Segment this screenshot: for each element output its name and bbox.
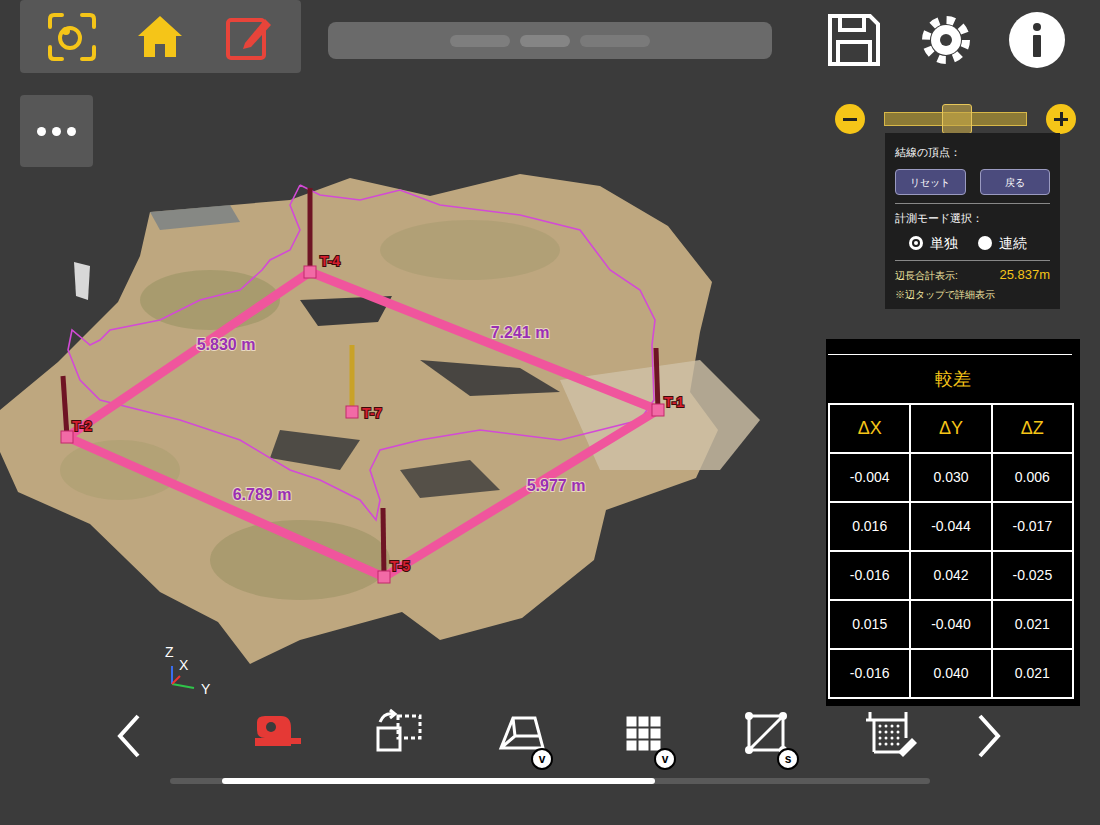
main-toolbar bbox=[20, 0, 301, 73]
vertex-label: 結線の頂点： bbox=[895, 145, 1050, 159]
edge-length-label[interactable]: 7.241 m bbox=[491, 324, 550, 341]
diff-table: ΔXΔYΔZ-0.0040.0300.0060.016-0.044-0.017-… bbox=[828, 403, 1074, 699]
table-row: 0.016-0.044-0.017 bbox=[829, 502, 1073, 551]
panel-note: ※辺タップで詳細表示 bbox=[895, 288, 1050, 301]
axis-label: X bbox=[179, 657, 189, 673]
zoom-slider-track[interactable] bbox=[884, 112, 1027, 126]
table-cell: -0.016 bbox=[829, 649, 910, 698]
table-cell: 0.015 bbox=[829, 600, 910, 649]
total-label: 辺長合計表示: bbox=[895, 269, 958, 282]
table-row: -0.0160.0400.021 bbox=[829, 649, 1073, 698]
column-header: ΔX bbox=[829, 404, 910, 453]
mode-option[interactable]: 単独 bbox=[909, 234, 958, 252]
diff-table-panel: 較差ΔXΔYΔZ-0.0040.0300.0060.016-0.044-0.01… bbox=[826, 339, 1080, 706]
edge-line[interactable] bbox=[67, 437, 384, 577]
grid-tool-icon bbox=[862, 708, 922, 764]
table-row: 0.015-0.0400.021 bbox=[829, 600, 1073, 649]
table-cell: 0.030 bbox=[910, 453, 991, 502]
save-icon[interactable] bbox=[824, 10, 884, 70]
tape-tool-icon bbox=[247, 708, 307, 764]
point-pole bbox=[308, 188, 313, 272]
table-cell: -0.044 bbox=[910, 502, 991, 551]
table-cell: 0.021 bbox=[992, 649, 1073, 698]
point-label: T-7 bbox=[362, 405, 382, 421]
zoom-in-button[interactable] bbox=[1046, 104, 1076, 134]
tool-badge: s bbox=[777, 748, 799, 770]
table-cell: 0.006 bbox=[992, 453, 1073, 502]
point-label: T-5 bbox=[390, 558, 410, 574]
axis-label: Z bbox=[165, 644, 174, 660]
tool-button[interactable]: v bbox=[616, 708, 676, 764]
tool-badge: v bbox=[654, 748, 676, 770]
point-marker[interactable] bbox=[304, 266, 316, 278]
table-cell: -0.017 bbox=[992, 502, 1073, 551]
home-icon[interactable] bbox=[134, 11, 186, 63]
more-button[interactable] bbox=[20, 95, 93, 167]
tool-button[interactable] bbox=[370, 708, 430, 764]
zoom-slider-thumb[interactable] bbox=[942, 104, 972, 134]
edge-line[interactable] bbox=[310, 272, 658, 410]
radio-button[interactable] bbox=[978, 236, 992, 250]
point-pole bbox=[383, 508, 384, 577]
table-cell: -0.040 bbox=[910, 600, 991, 649]
scrollbar-thumb[interactable] bbox=[222, 778, 655, 784]
tool-badge: v bbox=[531, 748, 553, 770]
point-pole bbox=[350, 345, 355, 412]
point-marker[interactable] bbox=[346, 406, 358, 418]
panel-button[interactable]: 戻る bbox=[980, 169, 1051, 195]
column-header: ΔZ bbox=[992, 404, 1073, 453]
edit-icon[interactable] bbox=[223, 11, 275, 63]
tool-button[interactable] bbox=[247, 708, 307, 764]
table-cell: 0.021 bbox=[992, 600, 1073, 649]
edge-length-label[interactable]: 6.789 m bbox=[233, 486, 292, 503]
edge-length-label[interactable]: 5.977 m bbox=[527, 477, 586, 494]
edge-line[interactable] bbox=[384, 410, 658, 577]
radio-button[interactable] bbox=[909, 236, 923, 250]
point-marker[interactable] bbox=[378, 571, 390, 583]
mode-label: 計測モード選択： bbox=[895, 211, 1050, 225]
gear-icon[interactable] bbox=[918, 12, 974, 68]
app-screen: T-4 T-1 T-5 T-2 T-7 7.241 m 5.977 m 6.789 m 5.83… bbox=[0, 0, 1100, 825]
table-cell: -0.004 bbox=[829, 453, 910, 502]
point-label: T-1 bbox=[664, 394, 684, 410]
bottom-toolbar: vvs bbox=[110, 708, 1008, 764]
zoom-control bbox=[835, 104, 1076, 134]
table-cell: -0.016 bbox=[829, 551, 910, 600]
zoom-out-button[interactable] bbox=[835, 104, 865, 134]
title-bar bbox=[328, 22, 772, 59]
table-cell: 0.042 bbox=[910, 551, 991, 600]
edge-line[interactable] bbox=[67, 272, 310, 437]
total-value: 25.837m bbox=[999, 267, 1050, 284]
panel-button[interactable]: リセット bbox=[895, 169, 966, 195]
chevron-left-icon[interactable] bbox=[110, 708, 150, 764]
rotate-tool-icon bbox=[370, 708, 430, 764]
point-marker[interactable] bbox=[652, 404, 664, 416]
scrollbar-track bbox=[170, 778, 930, 784]
point-label: T-2 bbox=[72, 418, 92, 434]
info-icon[interactable] bbox=[1008, 11, 1066, 69]
diff-table-title: 較差 bbox=[828, 355, 1078, 403]
table-cell: -0.025 bbox=[992, 551, 1073, 600]
mode-option[interactable]: 連続 bbox=[978, 234, 1027, 252]
point-label: T-4 bbox=[320, 253, 340, 269]
point-pole bbox=[656, 348, 658, 410]
tool-button[interactable] bbox=[862, 708, 922, 764]
column-header: ΔY bbox=[910, 404, 991, 453]
table-row: -0.0040.0300.006 bbox=[829, 453, 1073, 502]
table-cell: 0.040 bbox=[910, 649, 991, 698]
table-cell: 0.016 bbox=[829, 502, 910, 551]
top-right-toolbar bbox=[824, 10, 1066, 70]
tool-button[interactable]: s bbox=[739, 708, 799, 764]
tool-button[interactable]: v bbox=[493, 708, 553, 764]
table-row: -0.0160.042-0.025 bbox=[829, 551, 1073, 600]
axis-label: Y bbox=[201, 681, 211, 697]
chevron-right-icon[interactable] bbox=[968, 708, 1008, 764]
measure-panel: 結線の頂点： リセット戻る計測モード選択： 単独 連続辺長合計表示: 25.837m ※辺… bbox=[885, 133, 1060, 309]
scan-icon[interactable] bbox=[46, 11, 98, 63]
point-pole bbox=[63, 376, 67, 437]
edge-length-label[interactable]: 5.830 m bbox=[197, 336, 256, 353]
